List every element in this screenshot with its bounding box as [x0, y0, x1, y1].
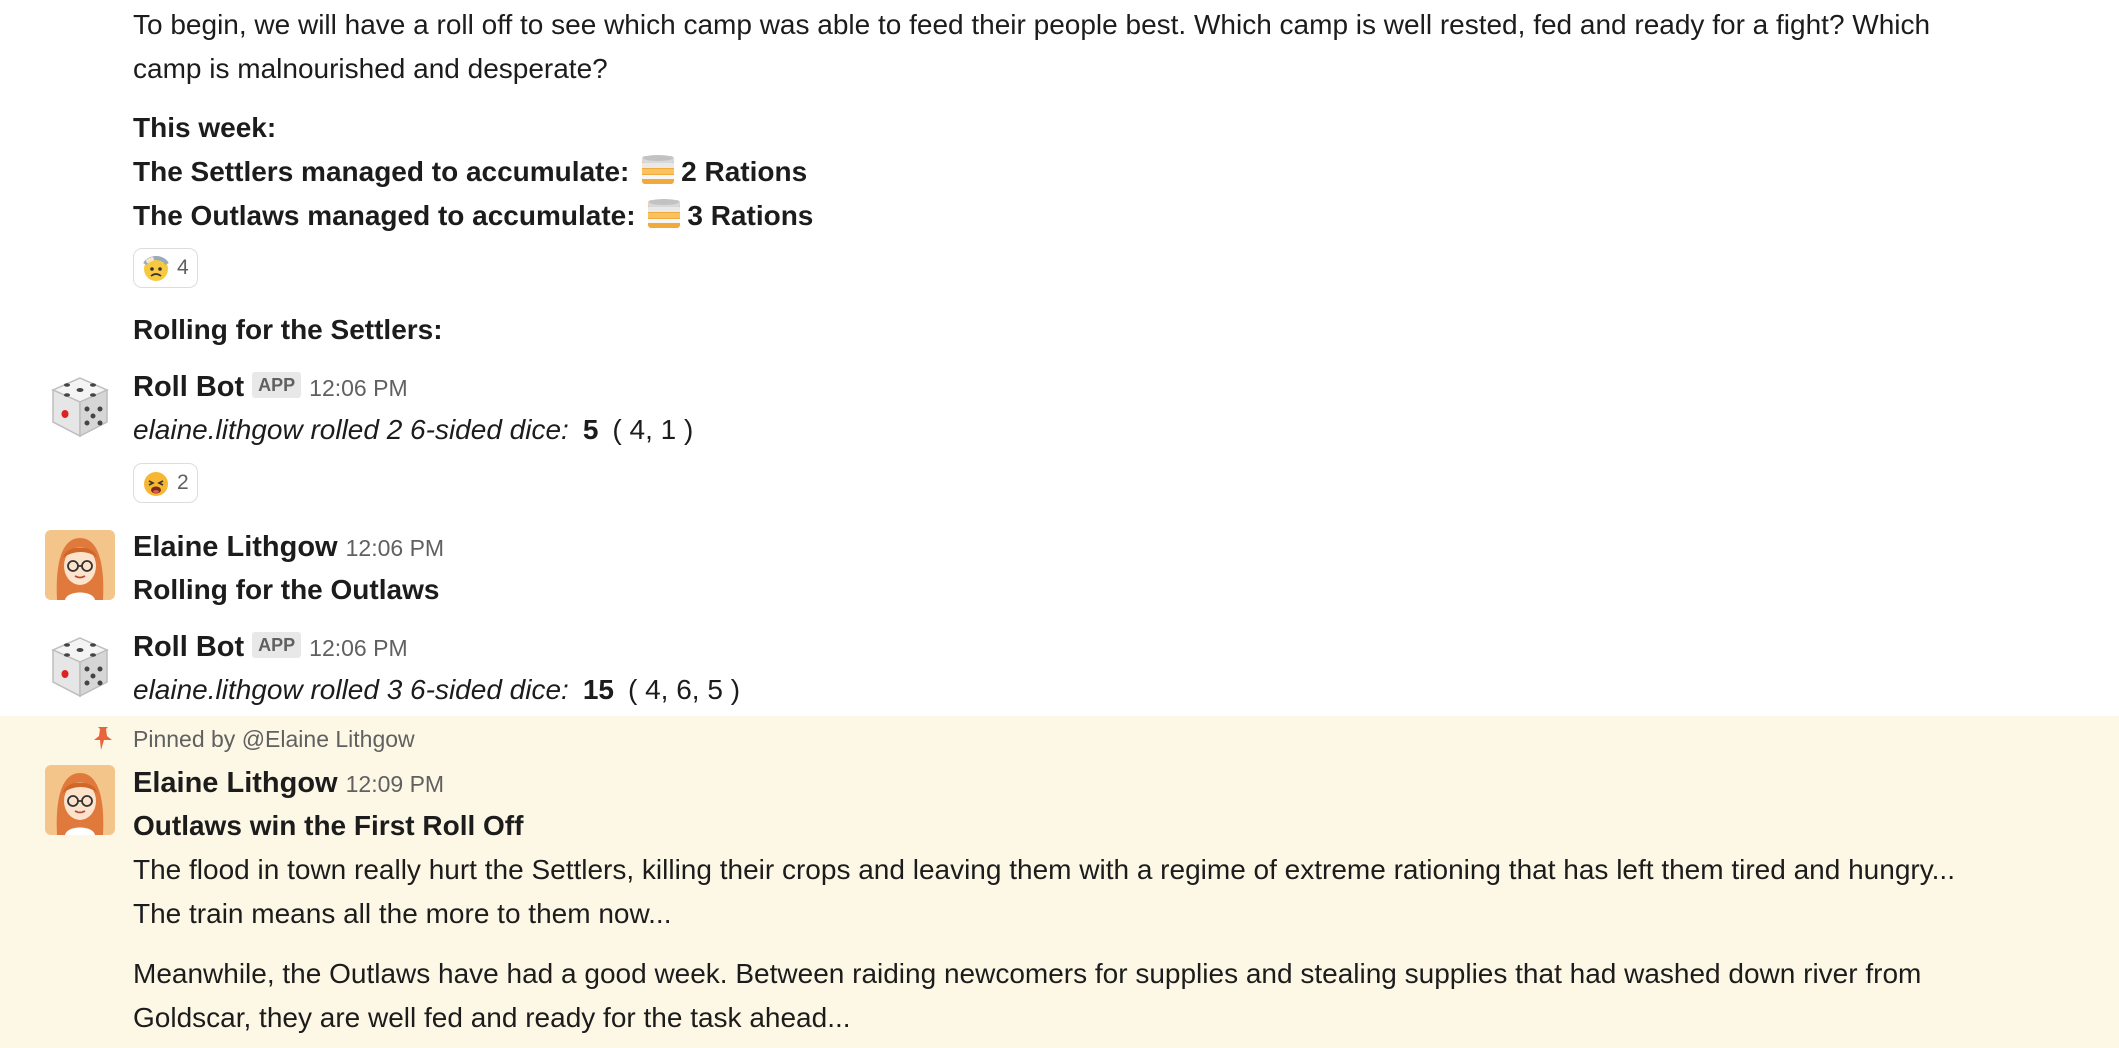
user-avatar-icon	[45, 765, 115, 835]
user-avatar-icon	[45, 530, 115, 600]
outlaws-rations: 3 Rations	[687, 200, 814, 231]
intro-line-2: camp is malnourished and desperate?	[133, 53, 608, 84]
dice-icon	[45, 372, 115, 442]
message-header: Elaine Lithgow 12:09 PM	[133, 761, 444, 806]
elaine-avatar[interactable]	[45, 530, 115, 600]
canned-food-icon	[645, 196, 683, 232]
elaine-avatar[interactable]	[45, 765, 115, 835]
outlaws-rations-line: The Outlaws managed to accumulate: 3 Rat…	[133, 194, 813, 238]
outlaws-prefix: The Outlaws managed to accumulate:	[133, 200, 636, 231]
roll-total: 15	[582, 674, 614, 705]
author-name[interactable]: Roll Bot	[133, 631, 244, 663]
settlers-rations: 2 Rations	[681, 156, 808, 187]
message-header: Roll Bot APP 12:06 PM	[133, 625, 408, 670]
message-text: Rolling for the Outlaws	[133, 574, 440, 605]
author-name[interactable]: Roll Bot	[133, 371, 244, 403]
pinned-by-user[interactable]: @Elaine Lithgow	[242, 726, 415, 752]
rolling-settlers-label: Rolling for the Settlers:	[133, 314, 443, 345]
pinned-label: Pinned by	[133, 726, 236, 752]
timestamp[interactable]: 12:06 PM	[346, 535, 444, 561]
canned-food-icon	[639, 152, 677, 188]
timestamp[interactable]: 12:06 PM	[309, 375, 407, 401]
tired-face-icon	[141, 468, 171, 498]
roll-total: 5	[582, 414, 599, 445]
pin-icon	[94, 727, 112, 750]
timestamp[interactable]: 12:09 PM	[346, 771, 444, 797]
face-with-bandage-icon	[141, 253, 171, 283]
settlers-rations-line: The Settlers managed to accumulate: 2 Ra…	[133, 150, 807, 194]
dice-icon	[45, 632, 115, 702]
roll-text: elaine.lithgow rolled 3 6-sided dice:	[133, 674, 569, 705]
message-feed: To begin, we will have a roll off to see…	[0, 0, 2119, 1048]
roll-values: ( 4, 6, 5 )	[627, 674, 741, 705]
settlers-prefix: The Settlers managed to accumulate:	[133, 156, 630, 187]
intro-line-1: To begin, we will have a roll off to see…	[133, 9, 1931, 40]
pinned-by-label: Pinned by @Elaine Lithgow	[133, 724, 415, 754]
roll-result: elaine.lithgow rolled 2 6-sided dice: 5 ( …	[133, 408, 693, 452]
roll-values: ( 4, 1 )	[612, 414, 694, 445]
reaction-count: 2	[177, 471, 189, 494]
reaction-count: 4	[177, 256, 189, 279]
pinned-para2-line2: Goldscar, they are well fed and ready fo…	[133, 1002, 851, 1033]
week-heading: This week:	[133, 112, 277, 143]
app-badge: APP	[252, 632, 302, 658]
author-name[interactable]: Elaine Lithgow	[133, 531, 338, 563]
author-name[interactable]: Elaine Lithgow	[133, 767, 338, 799]
roll-bot-avatar[interactable]	[45, 632, 115, 702]
pinned-para1-line1: The flood in town really hurt the Settle…	[133, 854, 1955, 885]
pinned-title: Outlaws win the First Roll Off	[133, 810, 524, 841]
pinned-para2-line1: Meanwhile, the Outlaws have had a good w…	[133, 958, 1922, 989]
timestamp[interactable]: 12:06 PM	[309, 635, 407, 661]
message-header: Roll Bot APP 12:06 PM	[133, 365, 408, 410]
message-header: Elaine Lithgow 12:06 PM	[133, 525, 444, 570]
reaction-button[interactable]: 4	[133, 248, 198, 288]
roll-bot-avatar[interactable]	[45, 372, 115, 442]
app-badge: APP	[252, 372, 302, 398]
roll-result: elaine.lithgow rolled 3 6-sided dice: 15 (…	[133, 668, 740, 712]
roll-text: elaine.lithgow rolled 2 6-sided dice:	[133, 414, 569, 445]
reaction-button[interactable]: 2	[133, 463, 198, 503]
pinned-para1-line2: The train means all the more to them now…	[133, 898, 672, 929]
